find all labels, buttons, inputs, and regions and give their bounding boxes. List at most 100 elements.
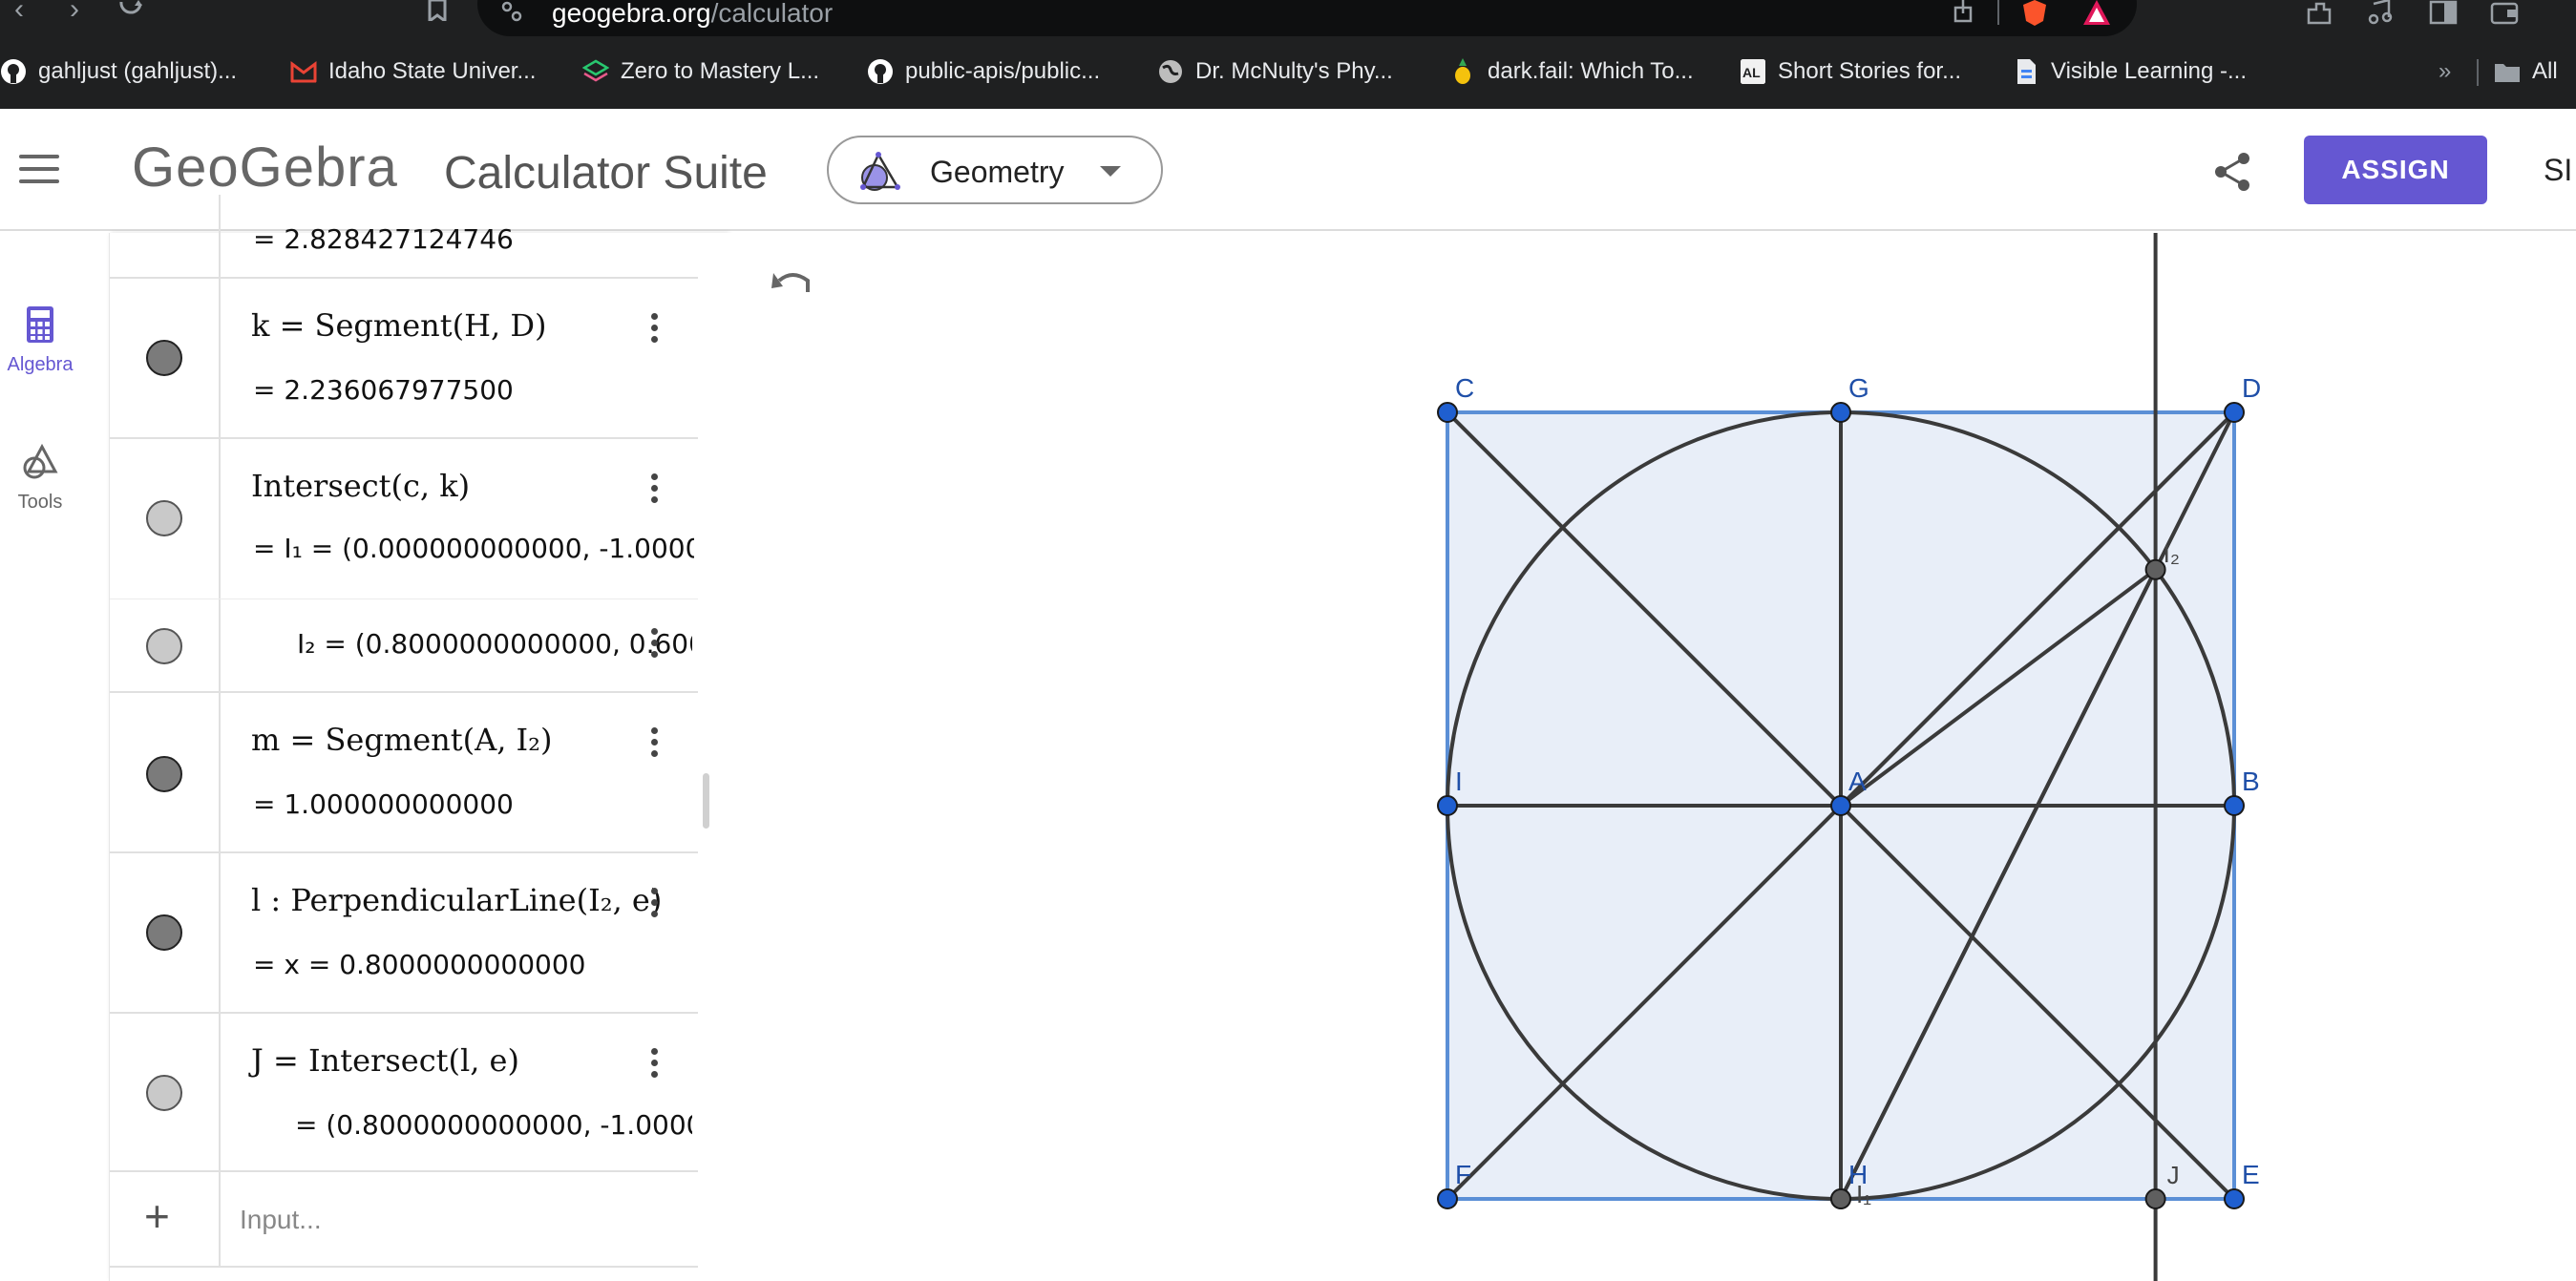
visibility-toggle[interactable] (146, 340, 182, 376)
bookmark-label: dark.fail: Which To... (1488, 58, 1694, 84)
visibility-toggle[interactable] (146, 914, 182, 951)
bookmark-item[interactable]: Idaho State Univer... (290, 55, 536, 88)
algebra-row-value: = (0.8000000000000, -1.000000000000) (295, 1109, 692, 1141)
algebra-row[interactable]: Intersect(c, k) = I₁ = (0.000000000000, … (110, 439, 698, 599)
bookmark-item[interactable]: Visible Learning -... (2013, 55, 2247, 88)
bookmark-label: gahljust (gahljust)... (38, 58, 238, 84)
point-E[interactable] (2224, 1188, 2245, 1209)
point-D[interactable] (2224, 402, 2245, 423)
bookmark-item[interactable]: public-apis/public... (867, 55, 1100, 88)
marble-column (110, 279, 221, 437)
algebra-row-definition[interactable]: Intersect(c, k) (251, 468, 470, 504)
bookmark-label: Dr. McNulty's Phy... (1195, 58, 1393, 84)
wallet-icon[interactable] (2490, 0, 2519, 25)
view-rail: Algebra Tools (0, 233, 80, 1281)
share-page-icon[interactable] (1952, 0, 1974, 23)
rail-item-algebra[interactable]: Algebra (0, 305, 80, 376)
more-options-icon[interactable] (643, 473, 665, 512)
media-icon[interactable] (2366, 0, 2395, 25)
point-J[interactable] (2144, 1188, 2166, 1209)
point-label-I₂: I₂ (2164, 539, 2180, 568)
point-I[interactable] (1437, 795, 1458, 816)
point-I₁[interactable] (1830, 1188, 1851, 1209)
bookmark-label: Idaho State Univer... (328, 58, 537, 84)
calculator-icon (27, 306, 53, 343)
reload-icon[interactable] (113, 0, 151, 36)
more-options-icon[interactable] (643, 313, 665, 351)
algebra-row-definition[interactable]: J = Intersect(l, e) (251, 1042, 519, 1079)
sign-in-button[interactable]: SI (2544, 153, 2572, 188)
pineapple-icon (1455, 58, 1470, 84)
more-options-icon[interactable] (643, 727, 665, 766)
point-I₂[interactable] (2144, 558, 2166, 580)
algebra-row-value: = 2.236067977500 (253, 374, 514, 406)
point-label-B: B (2242, 766, 2260, 796)
bookmark-item[interactable]: Zero to Mastery L... (582, 55, 819, 88)
bookmark-item[interactable]: AL Short Stories for... (1740, 55, 1961, 88)
brave-shield-icon[interactable] (2020, 0, 2049, 27)
algebra-scrollbar[interactable] (703, 773, 709, 829)
github-icon (1, 59, 26, 84)
algebra-row[interactable]: l : PerpendicularLine(I₂, e) = x = 0.800… (110, 853, 698, 1014)
url-text: geogebra.org/calculator (552, 0, 833, 29)
sidebar-icon[interactable] (2429, 0, 2458, 25)
back-icon[interactable]: ‹ (0, 0, 38, 36)
algebra-row[interactable]: J = Intersect(l, e) = (0.8000000000000, … (110, 1014, 698, 1172)
address-bar[interactable]: geogebra.org/calculator (477, 0, 2137, 36)
site-info-icon[interactable] (500, 0, 523, 23)
rail-item-tools[interactable]: Tools (0, 443, 80, 514)
browser-chrome: ‹ › geogebra.org/calculator gahljust (ga… (0, 0, 2576, 109)
more-options-icon[interactable] (643, 1048, 665, 1086)
marble-column (110, 853, 221, 1012)
folder-icon (2495, 64, 2520, 82)
point-A[interactable] (1830, 795, 1851, 816)
bookmark-item[interactable]: Dr. McNulty's Phy... (1157, 55, 1393, 88)
bookmark-label: Visible Learning -... (2051, 58, 2248, 84)
algebra-row-definition[interactable]: m = Segment(A, I₂) (251, 722, 552, 758)
point-C[interactable] (1437, 402, 1458, 423)
add-item-icon[interactable]: + (144, 1194, 170, 1238)
algebra-row-definition[interactable]: l : PerpendicularLine(I₂, e) (251, 882, 662, 918)
more-options-icon[interactable] (643, 888, 665, 926)
geogebra-logo[interactable]: GeoGebra (132, 136, 398, 200)
bookmark-label: Short Stories for... (1778, 58, 1962, 84)
bookmark-star-icon[interactable] (418, 0, 456, 36)
assign-button[interactable]: ASSIGN (2304, 136, 2487, 204)
bookmarks-bar: gahljust (gahljust)... Idaho State Unive… (0, 48, 2576, 95)
brave-rewards-icon[interactable] (2081, 0, 2112, 27)
extensions-icon[interactable] (2305, 0, 2333, 25)
visibility-toggle[interactable] (146, 1075, 182, 1111)
bookmarks-divider (2477, 59, 2479, 86)
bookmarks-overflow-button[interactable]: » (2439, 55, 2451, 88)
visibility-toggle[interactable] (146, 628, 182, 664)
algebra-row[interactable]: m = Segment(A, I₂) = 1.000000000000 (110, 693, 698, 853)
forward-icon[interactable]: › (55, 0, 94, 36)
geometry-canvas[interactable]: A BC DEFGHII₁I₂J (728, 233, 2576, 1281)
point-B[interactable] (2224, 795, 2245, 816)
algebra-row[interactable]: = 2.828427124746 (110, 195, 698, 279)
github-icon (868, 59, 893, 84)
app-picker-dropdown[interactable]: Geometry (827, 136, 1163, 204)
bookmark-item[interactable]: dark.fail: Which To... (1449, 55, 1694, 88)
visibility-toggle[interactable] (146, 500, 182, 536)
visibility-toggle[interactable] (146, 756, 182, 792)
share-icon[interactable] (2211, 151, 2253, 193)
bookmark-label: public-apis/public... (905, 58, 1101, 84)
point-G[interactable] (1830, 402, 1851, 423)
algebra-row[interactable]: I₂ = (0.8000000000000, 0.6000000000000) (110, 599, 698, 693)
algebra-row[interactable]: k = Segment(H, D) = 2.236067977500 (110, 279, 698, 439)
more-options-icon[interactable] (643, 628, 665, 666)
browser-toolbar: ‹ › geogebra.org/calculator (0, 0, 2576, 36)
bookmark-label: Zero to Mastery L... (621, 58, 820, 84)
marble-column (110, 599, 221, 691)
geometry-app-icon (860, 152, 900, 191)
graphics-view[interactable]: A B C D E F G H I I₁ I₂ J (728, 233, 2576, 1281)
algebra-input[interactable] (240, 1199, 679, 1241)
algebra-row-value: = I₁ = (0.000000000000, -1.000000000000) (253, 533, 694, 564)
algebra-row-definition[interactable]: k = Segment(H, D) (251, 307, 547, 344)
hamburger-menu-icon[interactable] (19, 155, 59, 185)
algebra-row-value: = 2.828427124746 (253, 223, 514, 255)
all-bookmarks-button[interactable]: All (2494, 55, 2558, 88)
bookmark-item[interactable]: gahljust (gahljust)... (0, 55, 237, 88)
point-F[interactable] (1437, 1188, 1458, 1209)
